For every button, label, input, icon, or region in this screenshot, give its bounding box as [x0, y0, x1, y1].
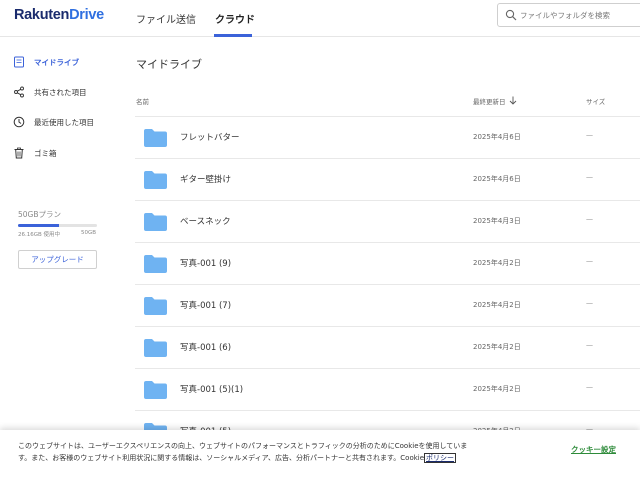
- search-box[interactable]: [497, 3, 640, 27]
- storage-usage-fill: [18, 224, 60, 227]
- storage-usage-bar: [18, 224, 97, 227]
- table-row[interactable]: 写真-001 (5)(1) 2025年4月2日 —: [135, 369, 640, 411]
- file-name: 写真-001 (5)(1): [180, 385, 244, 395]
- top-header: RakutenDrive ファイル送信 クラウド: [0, 0, 640, 37]
- cookie-settings-link[interactable]: クッキー設定: [571, 444, 616, 455]
- cookie-text: このウェブサイトは、ユーザーエクスペリエンスの向上、ウェブサイトのパフォーマンス…: [18, 442, 468, 462]
- upgrade-button[interactable]: アップグレード: [18, 250, 97, 269]
- file-name: 写真-001 (6): [180, 343, 232, 353]
- file-name: 写真-001 (7): [180, 301, 232, 311]
- file-name: フレットバター: [180, 133, 240, 143]
- active-tab-indicator: [214, 34, 252, 37]
- sidebar-item-trash[interactable]: ゴミ箱: [12, 145, 57, 161]
- file-name: ギター壁掛け: [180, 175, 232, 185]
- column-header-size[interactable]: サイズ: [586, 96, 605, 106]
- folder-icon: [144, 339, 167, 357]
- file-modified-date: 2025年4月2日: [473, 259, 521, 267]
- file-modified-date: 2025年4月2日: [473, 343, 521, 351]
- folder-icon: [144, 171, 167, 189]
- folder-icon: [144, 297, 167, 315]
- file-size: —: [586, 215, 593, 223]
- clock-icon: [12, 115, 26, 129]
- file-modified-date: 2025年4月6日: [473, 175, 521, 183]
- table-row[interactable]: ギター壁掛け 2025年4月6日 —: [135, 159, 640, 201]
- sidebar-item-recent[interactable]: 最近使用した項目: [12, 114, 94, 130]
- file-modified-date: 2025年4月2日: [473, 301, 521, 309]
- trash-icon: [12, 146, 26, 160]
- sidebar-item-shared[interactable]: 共有された項目: [12, 84, 87, 100]
- search-icon: [505, 9, 517, 21]
- page-title: マイドライブ: [136, 58, 202, 71]
- sidebar-item-label: 共有された項目: [34, 87, 87, 97]
- sidebar-item-label: ゴミ箱: [34, 148, 57, 158]
- sidebar: マイドライブ 共有された項目 最近使用した項目 ゴミ箱 50GBプラン 26.1…: [0, 38, 115, 438]
- cookie-policy-link[interactable]: ポリシー: [424, 453, 457, 463]
- file-size: —: [586, 341, 593, 349]
- file-size: —: [586, 383, 593, 391]
- file-size: —: [586, 257, 593, 265]
- logo-secondary: Drive: [69, 7, 104, 23]
- folder-icon: [144, 255, 167, 273]
- sort-arrow-down-icon[interactable]: [509, 96, 517, 105]
- storage-used-text: 26.16GB 使用中: [18, 232, 61, 238]
- file-size: —: [586, 131, 593, 139]
- share-icon: [12, 85, 26, 99]
- tab-cloud[interactable]: クラウド: [215, 11, 255, 26]
- file-modified-date: 2025年4月2日: [473, 385, 521, 393]
- column-header-modified[interactable]: 最終更新日: [473, 96, 506, 106]
- cookie-banner: このウェブサイトは、ユーザーエクスペリエンスの向上、ウェブサイトのパフォーマンス…: [0, 430, 640, 480]
- tab-file-transfer[interactable]: ファイル送信: [136, 11, 196, 26]
- search-input[interactable]: [520, 7, 640, 23]
- file-modified-date: 2025年4月3日: [473, 217, 521, 225]
- table-row[interactable]: 写真-001 (6) 2025年4月2日 —: [135, 327, 640, 369]
- file-name: 写真-001 (9): [180, 259, 232, 269]
- folder-icon: [144, 381, 167, 399]
- rakuten-drive-logo[interactable]: RakutenDrive: [14, 7, 104, 23]
- file-name: ベースネック: [180, 217, 231, 227]
- file-size: —: [586, 299, 593, 307]
- table-row[interactable]: 写真-001 (9) 2025年4月2日 —: [135, 243, 640, 285]
- storage-total-text: 50GB: [81, 230, 97, 236]
- my-drive-icon: [12, 55, 26, 69]
- file-modified-date: 2025年4月6日: [473, 133, 521, 141]
- sidebar-item-my-drive[interactable]: マイドライブ: [12, 54, 79, 70]
- table-row[interactable]: 写真-001 (7) 2025年4月2日 —: [135, 285, 640, 327]
- table-row[interactable]: ベースネック 2025年4月3日 —: [135, 201, 640, 243]
- column-header-name[interactable]: 名前: [136, 96, 149, 106]
- folder-icon: [144, 213, 167, 231]
- folder-icon: [144, 129, 167, 147]
- plan-name: 50GBプラン: [18, 210, 62, 219]
- file-size: —: [586, 173, 593, 181]
- logo-primary: Rakuten: [14, 7, 70, 23]
- sidebar-item-label: 最近使用した項目: [34, 117, 94, 127]
- cookie-message: このウェブサイトは、ユーザーエクスペリエンスの向上、ウェブサイトのパフォーマンス…: [18, 440, 478, 464]
- sidebar-item-label: マイドライブ: [34, 57, 79, 67]
- table-row[interactable]: フレットバター 2025年4月6日 —: [135, 117, 640, 159]
